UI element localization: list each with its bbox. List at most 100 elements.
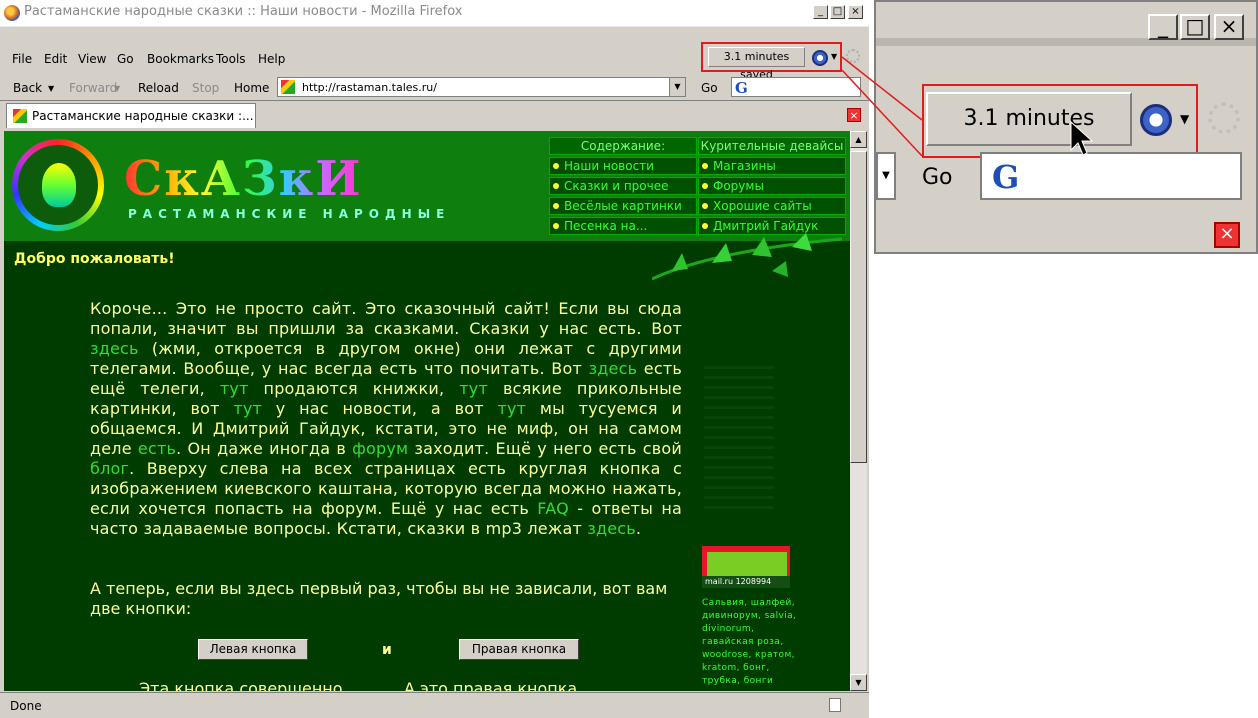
zoom-maximize-button[interactable]: □ (1180, 14, 1210, 40)
scroll-down-arrow-icon[interactable]: ▼ (850, 674, 867, 691)
nav-item-good-sites[interactable]: Хорошие сайты (698, 197, 846, 215)
site-header: СкАЗкИ РАСТАМАНСКИЕ НАРОДНЫЕ Содержание:… (4, 131, 850, 241)
nav-devices: Курительные девайсы Магазины Форумы Хоро… (698, 137, 846, 235)
chevron-down-icon[interactable]: ▼ (831, 52, 837, 61)
inline-link[interactable]: блог (90, 459, 129, 478)
inline-link[interactable]: тут (497, 399, 526, 418)
zoom-close-tab-icon[interactable]: × (1214, 222, 1240, 248)
zoom-url-dropdown-icon[interactable]: ▼ (876, 152, 896, 200)
inline-link[interactable]: здесь (587, 519, 636, 538)
paragraph-text: заходит. Ещё у него есть свой (408, 439, 683, 458)
site-favicon-icon (281, 80, 295, 94)
site-subtitle: РАСТАМАНСКИЕ НАРОДНЫЕ (128, 207, 451, 221)
go-button[interactable]: Go (701, 81, 718, 95)
paragraph-text: у нас новости, а вот (262, 399, 498, 418)
search-box[interactable]: G (731, 77, 861, 97)
faint-text-column (704, 366, 774, 516)
paragraph-text: . Он даже иногда в (176, 439, 353, 458)
left-button-caption: Эта кнопка совершенно (139, 679, 343, 691)
zoom-close-button[interactable]: × (1214, 14, 1244, 40)
intro-paragraph: Короче... Это не просто сайт. Это сказоч… (90, 299, 682, 539)
chestnut-leaf-icon (42, 163, 76, 207)
scroll-up-arrow-icon[interactable]: ▲ (850, 131, 867, 148)
url-text[interactable]: http://rastaman.tales.ru/ (302, 81, 437, 94)
scroll-thumb[interactable] (850, 151, 867, 463)
vertical-scrollbar[interactable]: ▲ ▼ (850, 131, 867, 691)
home-button[interactable]: Home (234, 81, 269, 95)
page-content: СкАЗкИ РАСТАМАНСКИЕ НАРОДНЫЕ Содержание:… (4, 131, 850, 691)
close-tab-icon[interactable]: × (847, 108, 861, 122)
nav-contents-heading: Содержание: (549, 137, 697, 155)
google-search-icon[interactable]: G (735, 79, 748, 97)
zoom-search-box[interactable]: G (980, 152, 1242, 200)
nav-item-news[interactable]: Наши новости (549, 157, 697, 175)
url-bar[interactable]: http://rastaman.tales.ru/ ▼ (277, 77, 686, 97)
right-button[interactable]: Правая кнопка (459, 639, 579, 660)
nav-item-shops[interactable]: Магазины (698, 157, 846, 175)
chestnut-logo-icon[interactable] (12, 139, 104, 231)
title-bar: Растаманские народные сказки :: Наши нов… (0, 0, 869, 27)
inline-link[interactable]: здесь (90, 339, 139, 358)
nav-devices-heading: Курительные девайсы (698, 137, 846, 155)
speedometer-icon[interactable] (812, 50, 828, 66)
menu-edit[interactable]: Edit (44, 52, 67, 66)
top-counter-banner[interactable]: mail.ru 1208994 (702, 546, 790, 588)
banner-graphic (707, 552, 787, 576)
menu-bookmarks[interactable]: Bookmarks (147, 52, 214, 66)
right-button-caption: А это правая кнопка (404, 679, 578, 691)
zoom-google-search-icon[interactable]: G (992, 158, 1019, 196)
firefox-icon (4, 5, 20, 21)
maximize-button[interactable]: □ (830, 5, 845, 19)
menu-file[interactable]: File (12, 52, 32, 66)
left-button[interactable]: Левая кнопка (198, 639, 308, 660)
minutes-saved-button[interactable]: 3.1 minutes saved (708, 47, 805, 81)
page-info-icon[interactable] (829, 698, 841, 712)
paragraph-text: Короче... Это не просто сайт. Это сказоч… (90, 299, 682, 338)
nav-item-pictures[interactable]: Весёлые картинки (549, 197, 697, 215)
back-button[interactable]: Back (13, 81, 42, 95)
zoom-chevron-down-icon[interactable]: ▼ (1180, 112, 1189, 126)
url-dropdown-icon[interactable]: ▼ (669, 78, 685, 96)
menu-tools[interactable]: Tools (216, 52, 246, 66)
stop-button[interactable]: Stop (192, 81, 219, 95)
status-text: Done (10, 699, 42, 713)
menu-view[interactable]: View (78, 52, 106, 66)
window-title: Растаманские народные сказки :: Наши нов… (24, 4, 463, 19)
logo-inner (18, 145, 98, 225)
nav-item-tales[interactable]: Сказки и прочее (549, 177, 697, 195)
inline-link[interactable]: тут (459, 379, 488, 398)
nav-contents: Содержание: Наши новости Сказки и прочее… (549, 137, 697, 235)
throbber-icon (846, 49, 860, 63)
zoom-minimize-button[interactable]: _ (1148, 14, 1178, 40)
nav-item-forums[interactable]: Форумы (698, 177, 846, 195)
and-text: и (382, 642, 392, 658)
tab-label: Растаманские народные сказки :... (32, 109, 254, 123)
forward-dropdown-icon[interactable]: ▼ (114, 84, 120, 93)
inline-link[interactable]: есть (138, 439, 176, 458)
leaves-decoration-icon (652, 233, 842, 281)
zoom-minutes-saved-button[interactable]: 3.1 minutes saved (926, 92, 1132, 181)
menu-help[interactable]: Help (258, 52, 285, 66)
inline-link[interactable]: тут (220, 379, 249, 398)
inline-link[interactable]: здесь (589, 359, 638, 378)
zoom-speedometer-icon[interactable] (1140, 104, 1172, 136)
reload-button[interactable]: Reload (138, 81, 179, 95)
banner-counter: mail.ru 1208994 (702, 576, 790, 588)
tab-active[interactable]: Растаманские народные сказки :... (6, 103, 256, 128)
inline-link[interactable]: FAQ (537, 499, 569, 518)
zoom-callout: _ □ × 3.1 minutes saved ▼ ▼ Go G × (874, 0, 1258, 254)
browser-window: Растаманские народные сказки :: Наши нов… (0, 0, 869, 718)
back-dropdown-icon[interactable]: ▼ (48, 84, 54, 93)
forward-button[interactable]: Forward (69, 81, 117, 95)
site-title: СкАЗкИ (124, 151, 363, 207)
minimize-button[interactable]: _ (813, 5, 828, 19)
tab-favicon-icon (13, 109, 27, 123)
paragraph-text: продаются книжки, (248, 379, 460, 398)
zoom-go-button[interactable]: Go (922, 165, 953, 190)
inline-link[interactable]: тут (233, 399, 262, 418)
zoom-throbber-icon (1208, 102, 1240, 134)
menu-go[interactable]: Go (117, 52, 134, 66)
status-bar: Done (0, 692, 869, 718)
close-button[interactable]: × (848, 5, 863, 19)
inline-link[interactable]: форум (352, 439, 408, 458)
